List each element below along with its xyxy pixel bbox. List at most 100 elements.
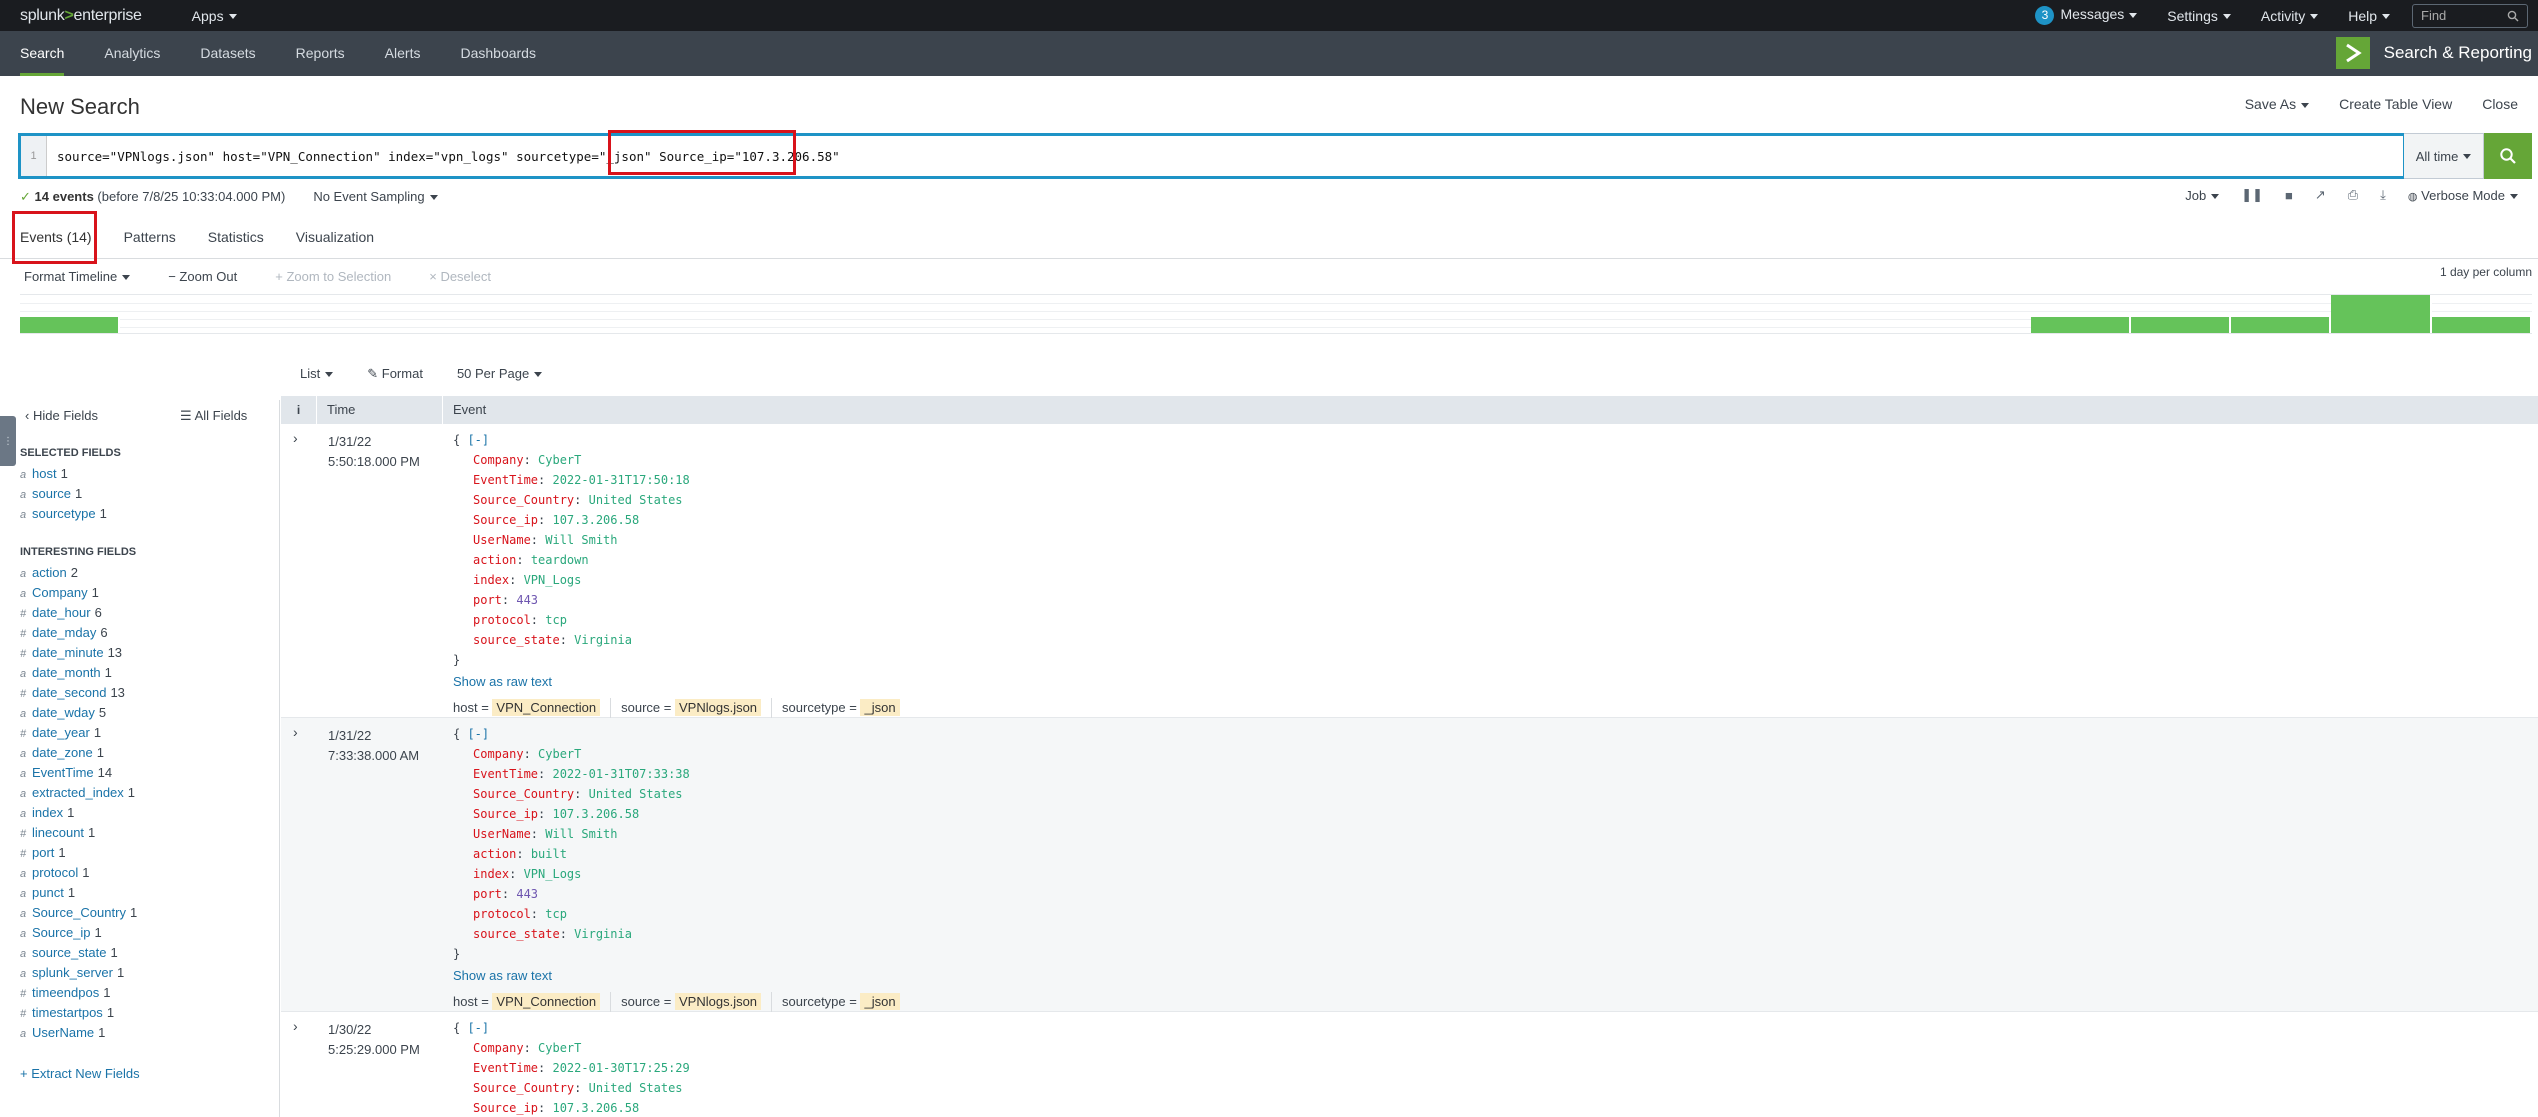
per-page-dropdown[interactable]: 50 Per Page [457, 366, 542, 382]
nav-search[interactable]: Search [0, 31, 84, 76]
event-field-source[interactable]: source = VPNlogs.json [621, 698, 773, 718]
pause-icon[interactable]: ❚❚ [2241, 187, 2263, 203]
field-item[interactable]: a date_zone 1 [20, 743, 137, 763]
json-key[interactable]: protocol [473, 613, 531, 627]
collapse-toggle[interactable]: [-] [467, 727, 489, 741]
json-key[interactable]: source_state [473, 633, 560, 647]
expand-chevron-icon[interactable]: › [293, 1018, 298, 1034]
field-item[interactable]: a Source_ip 1 [20, 923, 137, 943]
json-value[interactable]: built [531, 847, 567, 861]
field-item[interactable]: # timestartpos 1 [20, 1003, 137, 1023]
timeline-chart[interactable] [20, 294, 2532, 334]
json-value[interactable]: tcp [545, 613, 567, 627]
timeline-bar[interactable] [2231, 317, 2331, 333]
zoom-to-selection-button[interactable]: + Zoom to Selection [275, 269, 391, 284]
search-query-editor[interactable]: 1 source="VPNlogs.json" host="VPN_Connec… [18, 130, 2404, 179]
search-mode-dropdown[interactable]: ◍ Verbose Mode [2408, 188, 2518, 203]
field-item[interactable]: # linecount 1 [20, 823, 137, 843]
search-button[interactable] [2484, 133, 2532, 179]
column-header-time[interactable]: Time [317, 396, 443, 424]
json-value[interactable]: 443 [516, 887, 538, 901]
field-item[interactable]: a index 1 [20, 803, 137, 823]
field-item[interactable]: a EventTime 14 [20, 763, 137, 783]
sidebar-drag-handle[interactable]: ⋮ [0, 416, 16, 466]
timeline-bar[interactable] [2031, 317, 2131, 333]
field-item[interactable]: a action 2 [20, 563, 137, 583]
json-value[interactable]: Will Smith [545, 533, 617, 547]
splunk-logo[interactable]: splunk>enterprise [20, 7, 142, 25]
timeline-bar[interactable] [2331, 295, 2432, 333]
tab-visualization[interactable]: Visualization [296, 225, 374, 249]
json-value[interactable]: CyberT [538, 747, 581, 761]
json-key[interactable]: index [473, 867, 509, 881]
json-key[interactable]: source_state [473, 927, 560, 941]
json-key[interactable]: port [473, 887, 502, 901]
json-value[interactable]: VPN_Logs [524, 573, 582, 587]
json-key[interactable]: protocol [473, 907, 531, 921]
expand-chevron-icon[interactable]: › [293, 430, 298, 446]
json-value[interactable]: Virginia [574, 927, 632, 941]
messages-menu[interactable]: 3 Messages [2035, 6, 2137, 25]
json-value[interactable]: 107.3.206.58 [552, 513, 639, 527]
show-raw-text-link[interactable]: Show as raw text [453, 672, 920, 692]
field-item[interactable]: a source 1 [20, 484, 107, 504]
json-value[interactable]: United States [589, 493, 683, 507]
hide-fields-button[interactable]: ‹ Hide Fields [25, 408, 98, 423]
field-item[interactable]: # date_hour 6 [20, 603, 137, 623]
timeline-bar[interactable] [20, 317, 120, 333]
field-item[interactable]: a sourcetype 1 [20, 504, 107, 524]
collapse-toggle[interactable]: [-] [467, 1021, 489, 1035]
field-item[interactable]: a splunk_server 1 [20, 963, 137, 983]
collapse-toggle[interactable]: [-] [467, 433, 489, 447]
field-item[interactable]: a source_state 1 [20, 943, 137, 963]
help-menu[interactable]: Help [2348, 8, 2390, 24]
event-field-sourcetype[interactable]: sourcetype = _json [782, 992, 910, 1012]
close-button[interactable]: Close [2482, 96, 2518, 112]
column-header-info[interactable]: i [281, 396, 317, 424]
create-table-view-button[interactable]: Create Table View [2339, 96, 2452, 112]
json-value[interactable]: tcp [545, 907, 567, 921]
event-sampling-dropdown[interactable]: No Event Sampling [313, 189, 437, 205]
save-as-button[interactable]: Save As [2245, 96, 2309, 112]
json-value[interactable]: 2022-01-31T17:50:18 [552, 473, 689, 487]
field-item[interactable]: # timeendpos 1 [20, 983, 137, 1003]
all-fields-button[interactable]: ☰ All Fields [180, 408, 247, 424]
nav-alerts[interactable]: Alerts [365, 31, 441, 76]
nav-dashboards[interactable]: Dashboards [440, 31, 556, 76]
share-icon[interactable]: ↗ [2315, 187, 2326, 203]
json-key[interactable]: index [473, 573, 509, 587]
json-key[interactable]: Source_ip [473, 513, 538, 527]
field-item[interactable]: a punct 1 [20, 883, 137, 903]
json-value[interactable]: CyberT [538, 453, 581, 467]
json-value[interactable]: 2022-01-30T17:25:29 [552, 1061, 689, 1075]
field-item[interactable]: a extracted_index 1 [20, 783, 137, 803]
tab-patterns[interactable]: Patterns [124, 225, 176, 249]
json-value[interactable]: 107.3.206.58 [552, 1101, 639, 1115]
field-item[interactable]: # port 1 [20, 843, 137, 863]
field-item[interactable]: a Company 1 [20, 583, 137, 603]
field-item[interactable]: # date_mday 6 [20, 623, 137, 643]
json-key[interactable]: Company [473, 1041, 524, 1055]
json-key[interactable]: UserName [473, 827, 531, 841]
field-item[interactable]: # date_year 1 [20, 723, 137, 743]
field-item[interactable]: a Source_Country 1 [20, 903, 137, 923]
nav-datasets[interactable]: Datasets [180, 31, 275, 76]
json-key[interactable]: Company [473, 453, 524, 467]
json-key[interactable]: EventTime [473, 1061, 538, 1075]
activity-menu[interactable]: Activity [2261, 8, 2318, 24]
json-key[interactable]: Source_ip [473, 1101, 538, 1115]
field-item[interactable]: # date_second 13 [20, 683, 137, 703]
tab-statistics[interactable]: Statistics [208, 225, 264, 249]
stop-icon[interactable]: ■ [2285, 188, 2293, 203]
json-value[interactable]: 443 [516, 593, 538, 607]
nav-reports[interactable]: Reports [276, 31, 365, 76]
timeline-bar[interactable] [2432, 317, 2532, 333]
json-value[interactable]: United States [589, 1081, 683, 1095]
nav-analytics[interactable]: Analytics [84, 31, 180, 76]
print-icon[interactable]: ⎙ [2348, 187, 2358, 203]
json-key[interactable]: action [473, 553, 516, 567]
json-key[interactable]: Source_ip [473, 807, 538, 821]
format-button[interactable]: ✎ Format [367, 366, 423, 382]
deselect-button[interactable]: × Deselect [429, 269, 491, 284]
json-value[interactable]: teardown [531, 553, 589, 567]
